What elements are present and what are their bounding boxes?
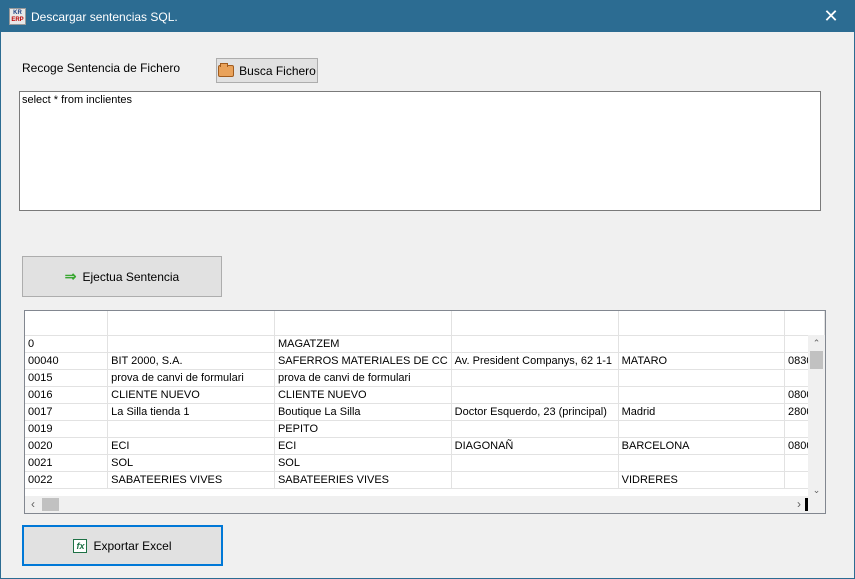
table-row[interactable]: 0021 SOL SOL bbox=[25, 454, 825, 472]
table-cell[interactable]: 0 bbox=[25, 335, 109, 353]
table-cell[interactable]: DIAGONAÑ bbox=[451, 437, 619, 455]
table-cell[interactable]: 0015 bbox=[25, 369, 109, 387]
table-cell[interactable] bbox=[451, 335, 619, 353]
table-cell[interactable]: MATARO bbox=[618, 352, 785, 370]
table-cell[interactable]: prova de canvi de formulari bbox=[274, 369, 452, 387]
table-cell[interactable]: SOL bbox=[107, 454, 275, 472]
table-cell[interactable] bbox=[451, 420, 619, 438]
arrow-right-icon: ⇒ bbox=[64, 268, 77, 284]
dialog-window: KR ERP Descargar sentencias SQL. ✕ Recog… bbox=[0, 0, 855, 579]
table-cell[interactable]: 0020 bbox=[25, 437, 109, 455]
exportar-excel-button[interactable]: fx Exportar Excel bbox=[22, 525, 223, 566]
table-cell[interactable]: SABATEERIES VIVES bbox=[274, 471, 452, 489]
vertical-scrollbar[interactable]: ⌃ ⌄ bbox=[808, 335, 825, 498]
table-cell[interactable]: 0022 bbox=[25, 471, 109, 489]
table-cell[interactable]: La Silla tienda 1 bbox=[107, 403, 275, 421]
table-cell[interactable] bbox=[107, 420, 275, 438]
table-cell[interactable]: Boutique La Silla bbox=[274, 403, 452, 421]
scroll-left-icon[interactable]: ‹ bbox=[25, 496, 41, 513]
results-grid[interactable]: 0 MAGATZEM 00040 BIT 2000, S.A. SAFERROS MAT… bbox=[24, 310, 826, 514]
table-cell[interactable] bbox=[618, 335, 785, 353]
ejecuta-sentencia-button[interactable]: ⇒ Ejectua Sentencia bbox=[22, 256, 222, 297]
header-cell[interactable] bbox=[618, 311, 785, 336]
table-cell[interactable]: VIDRERES bbox=[618, 471, 785, 489]
horizontal-scroll-thumb[interactable] bbox=[42, 498, 59, 511]
table-cell[interactable]: Doctor Esquerdo, 23 (principal) bbox=[451, 403, 619, 421]
table-row[interactable]: 0020 ECI ECI DIAGONAÑ BARCELONA 08001 bbox=[25, 437, 825, 455]
app-icon: KR ERP bbox=[9, 8, 26, 25]
table-cell[interactable]: Av. President Companys, 62 1-1 bbox=[451, 352, 619, 370]
table-cell[interactable]: Madrid bbox=[618, 403, 785, 421]
table-cell[interactable]: CLIENTE NUEVO bbox=[107, 386, 275, 404]
close-icon: ✕ bbox=[823, 6, 839, 26]
table-cell[interactable]: MAGATZEM bbox=[274, 335, 452, 353]
table-cell[interactable] bbox=[451, 454, 619, 472]
title-bar[interactable]: KR ERP Descargar sentencias SQL. ✕ bbox=[1, 1, 854, 32]
window-title: Descargar sentencias SQL. bbox=[31, 10, 178, 24]
header-cell[interactable] bbox=[274, 311, 452, 336]
table-cell[interactable] bbox=[451, 471, 619, 489]
header-cell[interactable] bbox=[107, 311, 275, 336]
table-cell[interactable]: PEPITO bbox=[274, 420, 452, 438]
app-icon-text-top: KR bbox=[13, 10, 22, 16]
table-cell[interactable]: SOL bbox=[274, 454, 452, 472]
table-cell[interactable] bbox=[107, 335, 275, 353]
table-row[interactable]: 0016 CLIENTE NUEVO CLIENTE NUEVO 08000 bbox=[25, 386, 825, 404]
horizontal-scrollbar[interactable]: ‹ › bbox=[25, 496, 825, 513]
ejecuta-sentencia-label: Ejectua Sentencia bbox=[82, 269, 180, 284]
table-cell[interactable]: 00040 bbox=[25, 352, 109, 370]
close-button[interactable]: ✕ bbox=[808, 1, 854, 32]
header-row bbox=[25, 311, 825, 336]
header-cell[interactable] bbox=[25, 311, 109, 336]
sql-textarea[interactable]: select * from inclientes bbox=[19, 91, 821, 211]
excel-icon: fx bbox=[73, 538, 88, 553]
table-row[interactable]: 0 MAGATZEM bbox=[25, 335, 825, 353]
table-cell[interactable]: BARCELONA bbox=[618, 437, 785, 455]
table-row[interactable]: 00040 BIT 2000, S.A. SAFERROS MATERIALES D… bbox=[25, 352, 825, 370]
table-cell[interactable]: ECI bbox=[274, 437, 452, 455]
app-icon-text-bottom: ERP bbox=[11, 17, 24, 23]
table-cell[interactable]: 0016 bbox=[25, 386, 109, 404]
scroll-down-icon[interactable]: ⌄ bbox=[808, 483, 825, 497]
table-cell[interactable] bbox=[618, 386, 785, 404]
table-cell[interactable] bbox=[451, 369, 619, 387]
header-cell[interactable] bbox=[784, 311, 825, 336]
table-cell[interactable]: ECI bbox=[107, 437, 275, 455]
busca-fichero-label: Busca Fichero bbox=[239, 63, 316, 78]
table-cell[interactable]: BIT 2000, S.A. bbox=[107, 352, 275, 370]
table-row[interactable]: 0019 PEPITO bbox=[25, 420, 825, 438]
header-cell[interactable] bbox=[451, 311, 619, 336]
table-cell[interactable]: 0021 bbox=[25, 454, 109, 472]
table-row[interactable]: 0015 prova de canvi de formulari prova de … bbox=[25, 369, 825, 387]
table-cell[interactable] bbox=[618, 369, 785, 387]
table-cell[interactable]: SAFERROS MATERIALES DE CC bbox=[274, 352, 452, 370]
table-cell[interactable] bbox=[618, 420, 785, 438]
folder-icon bbox=[218, 62, 235, 77]
vertical-scroll-thumb[interactable] bbox=[810, 351, 823, 369]
sql-text: select * from inclientes bbox=[22, 94, 133, 106]
table-cell[interactable]: 0017 bbox=[25, 403, 109, 421]
table-cell[interactable]: prova de canvi de formulari bbox=[107, 369, 275, 387]
exportar-excel-label: Exportar Excel bbox=[93, 538, 172, 553]
table-row[interactable]: 0017 La Silla tienda 1 Boutique La Silla Do… bbox=[25, 403, 825, 421]
table-row[interactable]: 0022 SABATEERIES VIVES SABATEERIES VIVES VI… bbox=[25, 471, 825, 489]
table-cell[interactable]: CLIENTE NUEVO bbox=[274, 386, 452, 404]
size-grip bbox=[805, 498, 808, 511]
scroll-up-icon[interactable]: ⌃ bbox=[808, 336, 825, 350]
table-cell[interactable]: SABATEERIES VIVES bbox=[107, 471, 275, 489]
table-cell[interactable] bbox=[618, 454, 785, 472]
table-cell[interactable]: 0019 bbox=[25, 420, 109, 438]
table-cell[interactable] bbox=[451, 386, 619, 404]
recoge-label: Recoge Sentencia de Fichero bbox=[22, 61, 181, 75]
busca-fichero-button[interactable]: Busca Fichero bbox=[216, 58, 318, 83]
results-table: 0 MAGATZEM 00040 BIT 2000, S.A. SAFERROS MAT… bbox=[25, 311, 825, 489]
